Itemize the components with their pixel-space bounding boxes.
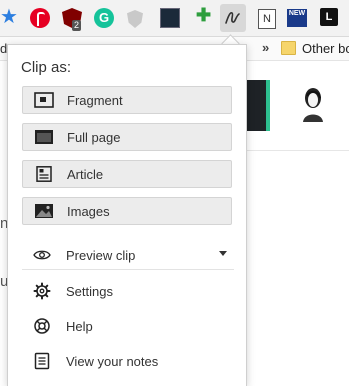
profile-avatar: [303, 88, 323, 122]
view-notes-menu-item[interactable]: View your notes: [22, 347, 234, 375]
l-extension-icon[interactable]: L: [320, 8, 338, 26]
evernote-clipper-button[interactable]: [220, 4, 246, 32]
pinterest-icon[interactable]: [30, 8, 50, 28]
other-bookmarks[interactable]: Other bo: [302, 41, 349, 56]
preview-clip-label: Preview clip: [66, 248, 136, 263]
notes-icon[interactable]: N: [258, 9, 276, 29]
clip-full-page-button[interactable]: Full page: [22, 123, 232, 151]
browser-toolbar: ★ 2 G ✚ N NEW L: [0, 0, 349, 37]
clip-images-button[interactable]: Images: [22, 197, 232, 225]
bookmark-star-icon[interactable]: ★: [0, 6, 18, 28]
gear-icon: [33, 282, 51, 300]
article-icon: [36, 166, 52, 182]
images-icon: [35, 204, 53, 218]
folder-icon: [281, 41, 296, 55]
settings-label: Settings: [66, 284, 113, 299]
eye-icon: [33, 250, 51, 260]
fragment-icon: [34, 92, 54, 108]
dark-extension-icon[interactable]: [160, 8, 180, 28]
view-notes-label: View your notes: [66, 354, 159, 369]
green-plus-icon[interactable]: ✚: [196, 6, 216, 26]
notes-list-icon: [34, 352, 50, 370]
evernote-clipper-popup: Clip as: Fragment Full page Article Imag…: [7, 44, 247, 386]
clip-article-button[interactable]: Article: [22, 160, 232, 188]
preview-clip-toggle[interactable]: Preview clip: [22, 241, 234, 269]
chevron-down-icon: [219, 251, 227, 256]
grammarly-icon[interactable]: G: [94, 8, 114, 28]
clip-fragment-button[interactable]: Fragment: [22, 86, 232, 114]
help-menu-item[interactable]: Help: [22, 312, 234, 340]
ublock-badge: 2: [72, 20, 82, 31]
bookmarks-overflow-button[interactable]: »: [262, 40, 269, 55]
settings-menu-item[interactable]: Settings: [22, 277, 234, 305]
clip-fragment-label: Fragment: [67, 93, 123, 108]
help-label: Help: [66, 319, 93, 334]
clip-article-label: Article: [67, 167, 104, 182]
evernote-clipper-icon: [225, 12, 240, 24]
news-icon[interactable]: NEW: [287, 9, 307, 27]
privacy-shield-icon[interactable]: [127, 10, 143, 28]
menu-divider: [22, 269, 234, 270]
lifebuoy-icon: [34, 318, 50, 334]
clip-full-page-label: Full page: [67, 130, 121, 145]
popup-title: Clip as:: [21, 59, 72, 76]
full-page-icon: [35, 130, 53, 144]
clip-images-label: Images: [67, 204, 110, 219]
page-divider: [238, 150, 349, 151]
